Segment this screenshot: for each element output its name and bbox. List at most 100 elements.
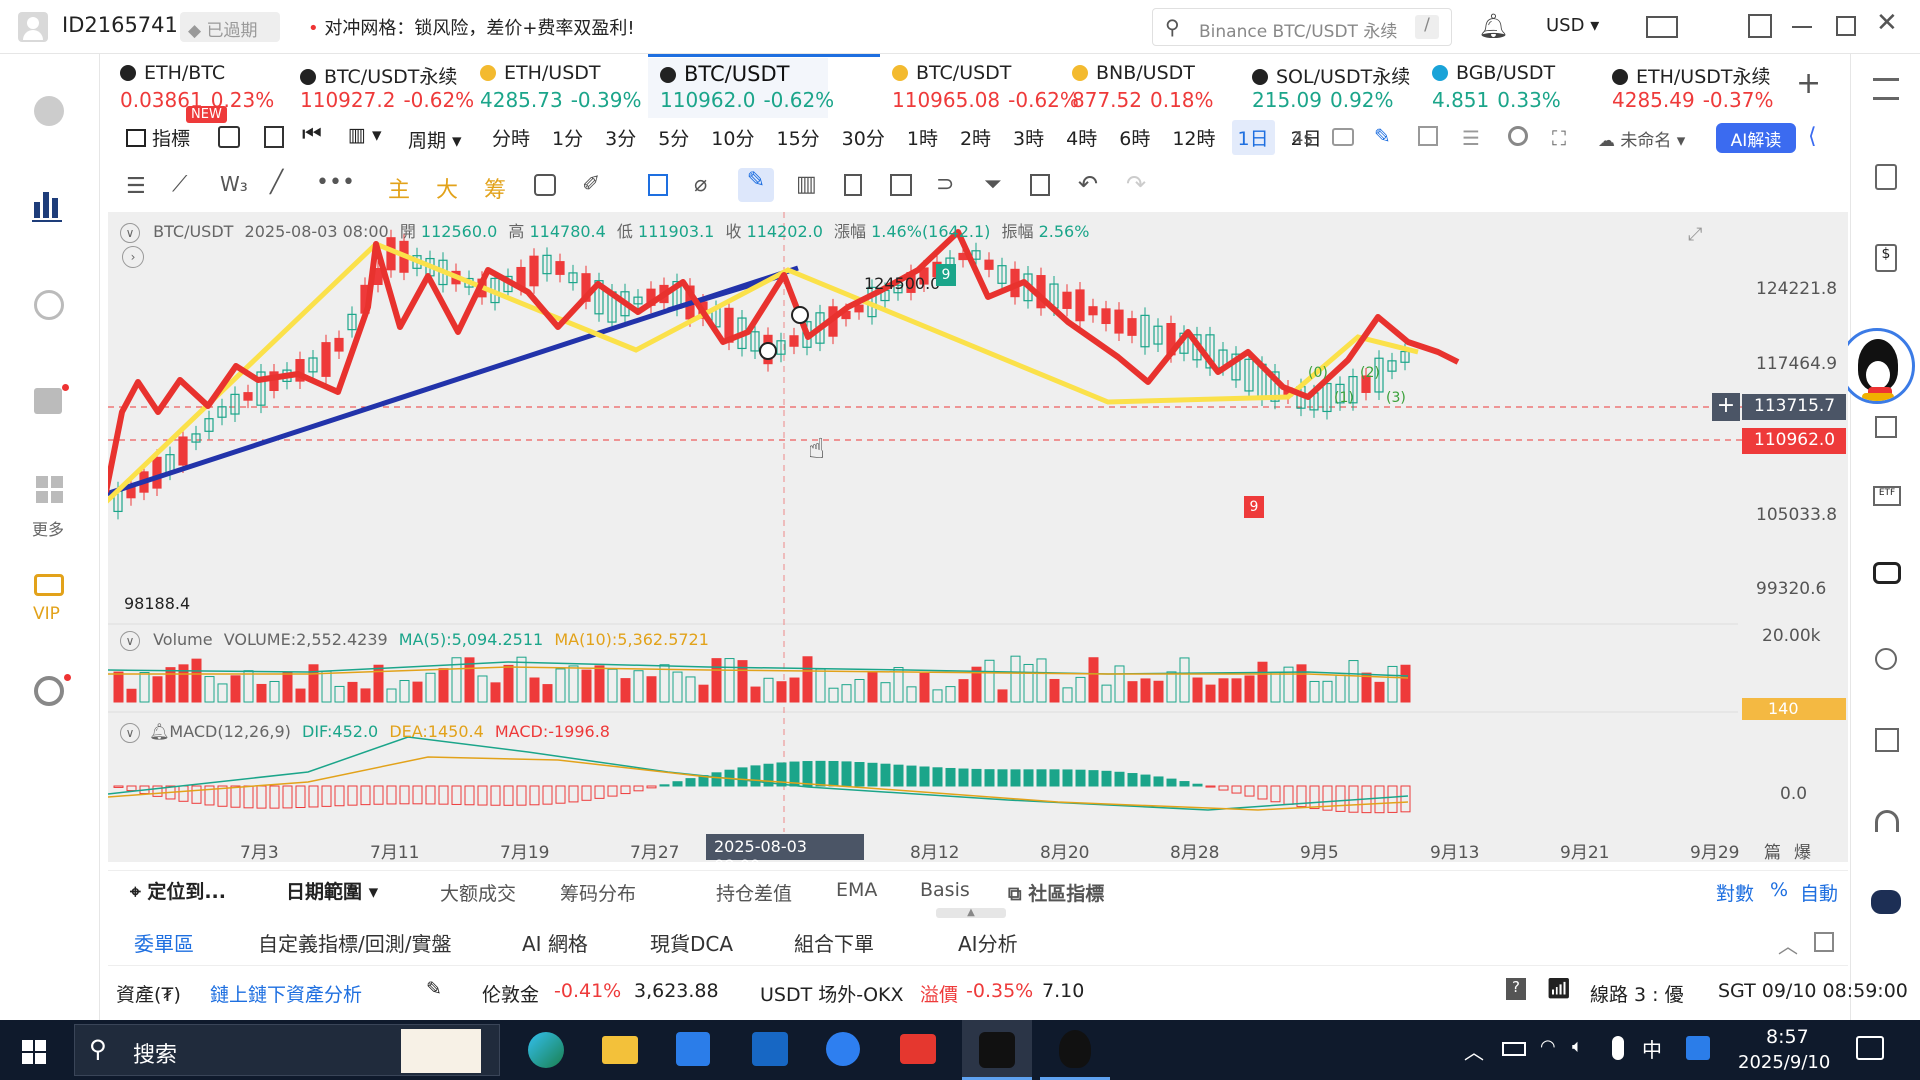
log-scale-toggle[interactable]: 對數 xyxy=(1716,879,1754,906)
candlestick-chart[interactable]: (0) (1) (2) (3) xyxy=(108,212,1848,862)
store-icon[interactable] xyxy=(676,1032,710,1066)
percent-scale-toggle[interactable]: % xyxy=(1770,879,1788,901)
locate-button[interactable]: ⌖ 定位到... xyxy=(130,877,226,904)
add-tab-button[interactable]: + xyxy=(1796,66,1821,101)
share-icon[interactable]: ⟨ xyxy=(1808,124,1817,149)
footer-item-oi-diff[interactable]: 持仓差值 xyxy=(716,879,792,906)
collapse-icon[interactable]: ∨ xyxy=(120,631,140,651)
windows-start-icon[interactable] xyxy=(22,1040,46,1064)
line-status[interactable]: 線路 3 : 優 xyxy=(1590,980,1684,1007)
logo-icon[interactable] xyxy=(34,96,64,126)
bottom-tab-0[interactable]: 委單區 xyxy=(134,928,194,957)
aicoin-app-icon[interactable] xyxy=(962,1020,1032,1080)
network-icon[interactable]: ◠ xyxy=(1540,1036,1556,1057)
symbol-tab[interactable]: BTC/USDT永续 110927.2 -0.62% xyxy=(288,58,474,118)
feishu-icon[interactable] xyxy=(826,1032,860,1066)
taskbar-search[interactable]: ⚲ 搜索 xyxy=(74,1024,500,1076)
symbol-tab[interactable]: ETH/USDT永续 4285.49 -0.37% xyxy=(1600,58,1780,118)
indicator-button[interactable]: 指標 xyxy=(126,124,190,151)
cloud-save-button[interactable]: ☁ 未命名 ▾ xyxy=(1598,126,1685,151)
outlook-icon[interactable] xyxy=(752,1032,788,1066)
collapse-icon[interactable]: ∨ xyxy=(120,223,140,243)
copy-tool-icon[interactable] xyxy=(648,174,668,196)
taskbar-date[interactable]: 2025/9/10 xyxy=(1738,1052,1830,1073)
crosshair-tool-icon[interactable]: ⟋ xyxy=(172,172,187,197)
calendar-icon[interactable] xyxy=(218,126,240,148)
close-icon[interactable]: ✕ xyxy=(1876,8,1898,38)
big-tool[interactable]: 大 xyxy=(436,172,458,204)
bottom-tab-4[interactable]: 組合下單 xyxy=(794,928,874,957)
watchlist-icon[interactable] xyxy=(1873,78,1899,100)
symbol-tab[interactable]: BTC/USDT 110965.08 -0.62% xyxy=(880,58,1079,118)
volume-icon[interactable]: 🔈︎ xyxy=(1572,1036,1583,1057)
fullscreen-icon[interactable]: ⛶ xyxy=(1552,126,1566,150)
onchain-analysis-link[interactable]: 鏈上鏈下資產分析 xyxy=(210,980,362,1007)
popout-icon[interactable] xyxy=(1814,932,1834,952)
interval-5[interactable]: 15分 xyxy=(770,120,825,155)
vip-icon[interactable] xyxy=(34,574,64,596)
auto-scale-toggle[interactable]: 自動 xyxy=(1800,879,1838,906)
notification-icon[interactable] xyxy=(1856,1036,1884,1060)
replay-tool-icon[interactable] xyxy=(534,174,556,196)
document-icon[interactable] xyxy=(1875,164,1897,190)
user-id[interactable]: ID2165741 xyxy=(62,13,178,37)
refresh-interval[interactable]: 4s xyxy=(1292,128,1313,149)
bell-icon[interactable]: 🔔︎ xyxy=(1478,12,1508,40)
interval-0[interactable]: 分時 xyxy=(486,120,536,155)
assistant-avatar[interactable] xyxy=(1839,328,1915,404)
taskbar-time[interactable]: 8:57 xyxy=(1766,1026,1809,1048)
interval-7[interactable]: 1時 xyxy=(901,120,944,155)
settings-toggle-icon[interactable]: › xyxy=(122,246,144,268)
promo-text[interactable]: • 对冲网格：锁风险，差价+费率双盈利! xyxy=(308,14,635,40)
interval-9[interactable]: 3時 xyxy=(1007,120,1050,155)
qq-app-icon[interactable] xyxy=(1040,1020,1110,1080)
wps-icon[interactable] xyxy=(900,1034,936,1064)
interval-6[interactable]: 30分 xyxy=(836,120,891,155)
symbol-tab[interactable]: BTC/USDT 110962.0 -0.62% xyxy=(648,58,834,118)
magnet-tool-icon[interactable]: ⊃ xyxy=(936,172,954,197)
time-axis-right-2[interactable]: 爆 xyxy=(1794,838,1811,863)
brush-tool-icon[interactable]: ✎ xyxy=(738,168,774,202)
panel-collapse-handle[interactable]: ▲ xyxy=(936,908,1006,918)
footer-item-big-trades[interactable]: 大额成交 xyxy=(440,879,516,906)
expired-badge[interactable]: ◆ 已過期 xyxy=(180,12,280,42)
assets-label[interactable]: 資產(₮) xyxy=(116,980,181,1007)
symbol-tab[interactable]: SOL/USDT永续 215.09 0.92% xyxy=(1240,58,1420,118)
search-input[interactable]: ⚲ Binance BTC/USDT 永续 / xyxy=(1152,8,1452,46)
time-axis-right-1[interactable]: 篇 xyxy=(1764,838,1781,863)
main-tool[interactable]: 主 xyxy=(388,172,410,204)
edit-tool-icon[interactable]: ✐ xyxy=(582,172,600,197)
bottom-tab-1[interactable]: 自定義指標/回測/實盤 xyxy=(258,928,451,957)
chip-tool[interactable]: 筹 xyxy=(484,172,506,204)
collapse-icon[interactable]: ∨ xyxy=(120,723,140,743)
maximize-icon[interactable] xyxy=(1836,16,1856,36)
symbol-tab[interactable]: ETH/USDT 4285.73 -0.39% xyxy=(468,58,648,118)
bottom-tab-5[interactable]: AI分析 xyxy=(958,928,1018,957)
undo-icon[interactable]: ↶ xyxy=(1078,170,1098,198)
analysis-icon[interactable] xyxy=(34,290,64,320)
layout-panel-icon[interactable] xyxy=(1875,728,1899,752)
etf-icon[interactable]: ETF xyxy=(1873,486,1901,506)
interval-13[interactable]: 1日 xyxy=(1231,120,1275,155)
settings-icon[interactable] xyxy=(34,676,64,706)
interval-1[interactable]: 1分 xyxy=(546,120,589,155)
wave-tool-icon[interactable]: W₃ xyxy=(220,172,248,196)
line-tool-icon[interactable]: ╱ xyxy=(270,170,283,195)
filter-tool-icon[interactable]: ⏷ xyxy=(984,172,1002,197)
expand-icon[interactable]: ⤢ xyxy=(1688,224,1702,245)
list-icon[interactable]: ☰ xyxy=(1462,126,1480,150)
bottom-tab-3[interactable]: 現貨DCA xyxy=(650,928,733,957)
interval-11[interactable]: 6時 xyxy=(1113,120,1156,155)
interval-2[interactable]: 3分 xyxy=(599,120,642,155)
candle-type-select[interactable]: ▥ ▾ xyxy=(348,124,382,146)
bars-tool-icon[interactable]: ▥ xyxy=(796,172,817,197)
swap-icon[interactable] xyxy=(1875,648,1897,670)
more-label[interactable]: 更多 xyxy=(32,516,64,540)
redo-icon[interactable]: ↷ xyxy=(1126,170,1146,198)
panel-icon[interactable] xyxy=(264,126,284,148)
vip-label[interactable]: VIP xyxy=(33,604,60,624)
interval-8[interactable]: 2時 xyxy=(954,120,997,155)
interval-12[interactable]: 12時 xyxy=(1166,120,1221,155)
alert-icon[interactable]: 🔔︎ xyxy=(149,722,169,741)
interval-10[interactable]: 4時 xyxy=(1060,120,1103,155)
